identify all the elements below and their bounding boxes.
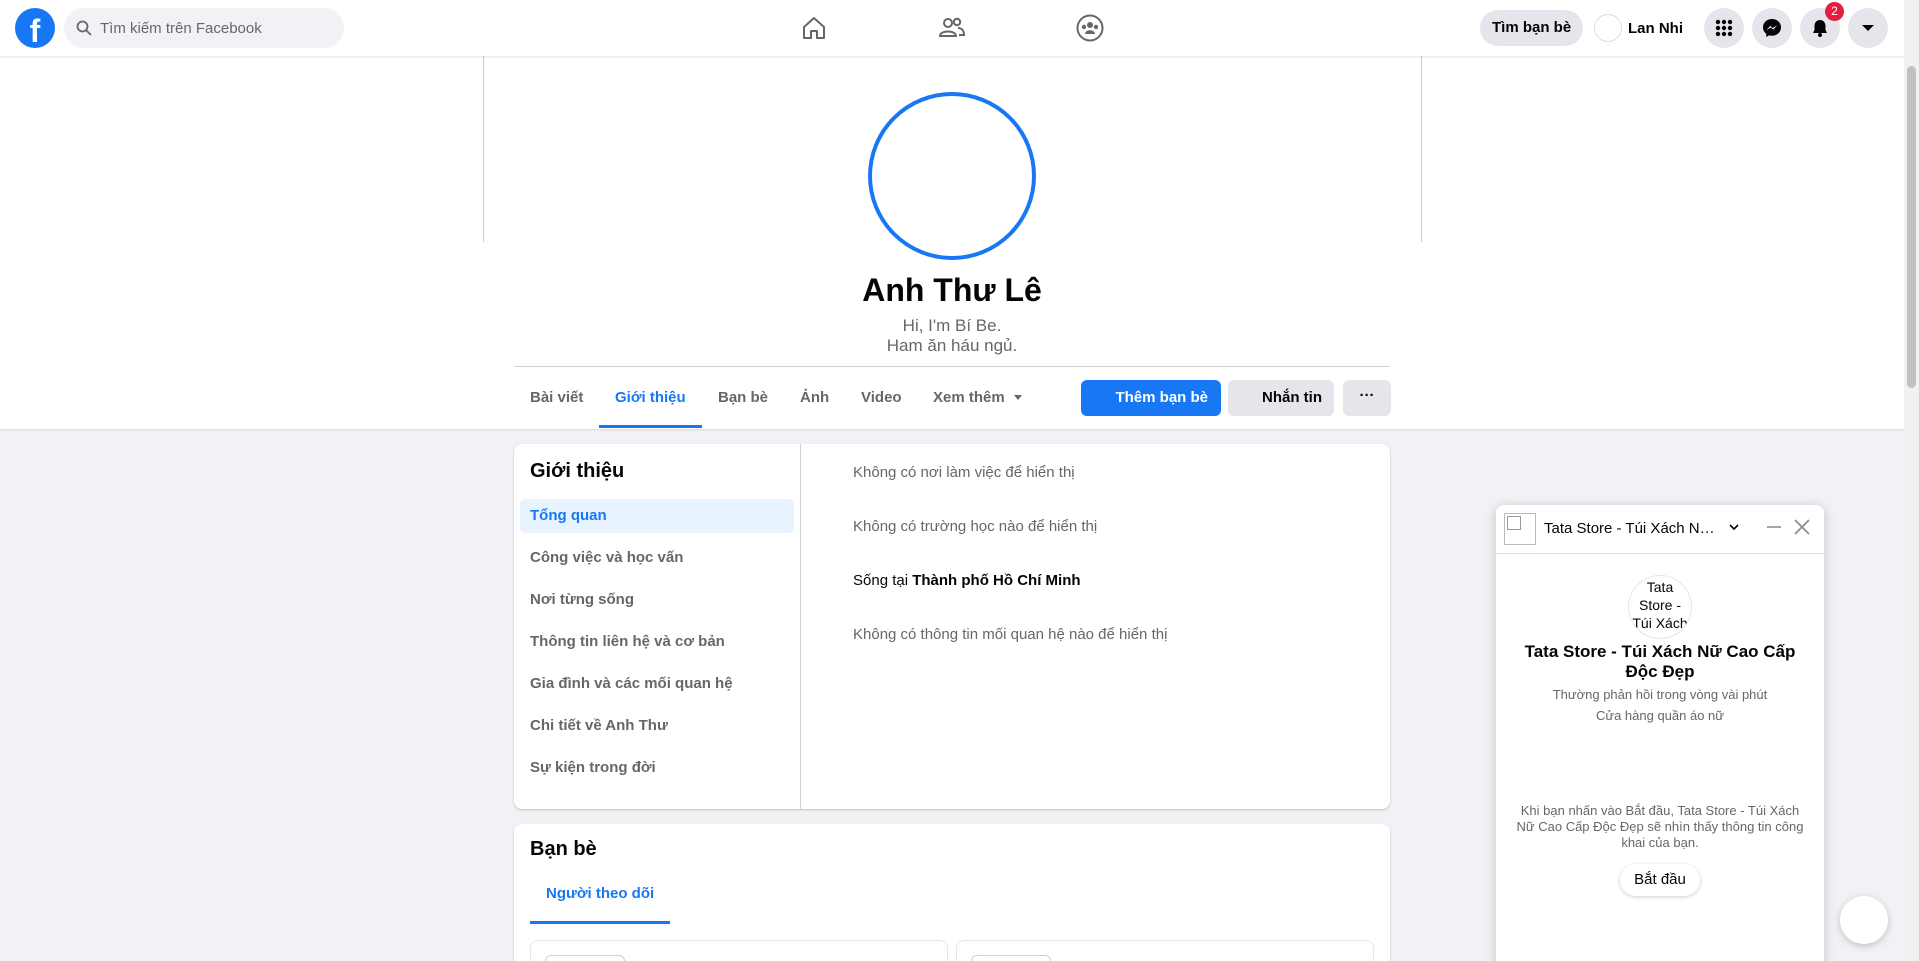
message-button[interactable]: Nhắn tin [1228,380,1334,416]
about-card: Giới thiệu Tổng quan Công việc và học vấ… [514,444,1390,809]
friends-title: Bạn bè [530,838,597,860]
tab-about[interactable]: Giới thiệu [599,368,702,428]
bio-line: Ham ăn háu ngủ. [886,336,1018,355]
chat-window: Tata Store - Túi Xách Nữ Cao Cấp Độc Đẹp… [1496,505,1824,961]
scrollbar[interactable] [1904,0,1919,961]
cover-border-right [1421,56,1422,242]
notifications-count-badge: 2 [1825,2,1844,21]
current-city-info: Sống tại Thành phố Hồ Chí Minh [853,572,1081,589]
page-thumbnail [1504,513,1536,545]
friends-card: Bạn bè Người theo dõi [514,824,1390,961]
tab-photos[interactable]: Ảnh [784,368,845,428]
tab-videos[interactable]: Video [845,368,918,428]
minimize-icon[interactable] [1764,517,1784,537]
menu-grid-icon[interactable] [1704,8,1744,48]
home-icon[interactable] [798,12,830,44]
list-item[interactable] [956,940,1374,961]
about-item-family[interactable]: Gia đình và các mối quan hệ [520,667,794,701]
avatar [545,955,625,961]
avatar [1594,14,1622,42]
relationship-info: Không có thông tin mối quan hệ nào để hi… [853,626,1168,643]
consent-text: Khi bạn nhấn vào Bắt đầu, Tata Store - T… [1516,803,1804,850]
tab-posts[interactable]: Bài viết [514,368,599,428]
divider [514,366,1390,367]
about-item-contact-info[interactable]: Thông tin liên hệ và cơ bản [520,625,794,659]
tab-see-more[interactable]: Xem thêm [917,368,1039,428]
profile-name: Anh Thư Lê [862,272,1042,308]
workplace-info: Không có nơi làm việc để hiển thị [853,464,1075,481]
tab-followers[interactable]: Người theo dõi [530,872,671,924]
current-city-link[interactable]: Thành phố Hồ Chí Minh [912,572,1080,589]
response-time-text: Thường phản hồi trong vòng vài phút [1552,687,1768,702]
about-item-places-lived[interactable]: Nơi từng sống [520,583,794,617]
messenger-icon[interactable] [1752,8,1792,48]
friends-icon[interactable] [936,12,968,44]
search-input[interactable]: Tìm kiếm trên Facebook [64,8,344,48]
current-city-prefix: Sống tại [853,572,913,589]
add-friend-button[interactable]: Thêm bạn bè [1081,380,1221,416]
scrollbar-thumb[interactable] [1907,66,1916,388]
tab-see-more-label: Xem thêm [933,389,1005,406]
about-item-life-events[interactable]: Sự kiện trong đời [520,751,794,785]
more-options-button[interactable]: ··· [1343,380,1391,416]
bio-line: Hi, I'm Bí Be. [902,316,1002,335]
start-button[interactable]: Bắt đầu [1620,864,1700,896]
about-title: Giới thiệu [530,460,625,482]
page-avatar: Tata Store - Túi Xách [1628,575,1692,639]
search-icon [76,20,92,36]
list-item[interactable] [530,940,948,961]
avatar [971,955,1051,961]
chat-header-title: Tata Store - Túi Xách Nữ Cao Cấp Độc Đẹp [1544,520,1724,537]
bell-icon[interactable]: 2 [1800,2,1844,48]
groups-icon[interactable] [1074,12,1106,44]
user-profile-link[interactable]: Lan Nhi [1594,12,1683,44]
chat-header[interactable]: Tata Store - Túi Xách Nữ Cao Cấp Độc Đẹp [1496,505,1824,554]
about-item-overview[interactable]: Tổng quan [520,499,794,533]
caret-down-icon[interactable] [1848,8,1888,48]
profile-header: Anh Thư Lê Hi, I'm Bí Be. Ham ăn háu ngủ… [0,56,1904,429]
caret-down-icon [1013,395,1022,400]
chat-page-name: Tata Store - Túi Xách Nữ Cao Cấp Độc Đẹp [1524,642,1796,681]
chevron-down-icon[interactable] [1728,521,1740,533]
page-category-text: Cửa hàng quần áo nữ [1595,708,1724,723]
cover-border-left [483,56,484,242]
about-sidebar: Giới thiệu Tổng quan Công việc và học vấ… [514,444,801,809]
top-navigation-bar: f Tìm kiếm trên Facebook Tìm bạn bè Lan … [0,0,1904,56]
about-item-details[interactable]: Chi tiết về Anh Thư [520,709,794,743]
close-icon[interactable] [1792,517,1812,537]
about-item-work-education[interactable]: Công việc và học vấn [520,541,794,575]
user-name: Lan Nhi [1628,19,1683,37]
find-friends-button[interactable]: Tìm bạn bè [1480,10,1584,46]
tab-friends[interactable]: Bạn bè [702,368,784,428]
search-placeholder: Tìm kiếm trên Facebook [100,19,262,37]
school-info: Không có trường học nào để hiển thị [853,518,1098,535]
facebook-logo[interactable]: f [15,8,55,48]
new-message-button[interactable] [1840,896,1888,944]
profile-picture[interactable] [868,92,1036,260]
